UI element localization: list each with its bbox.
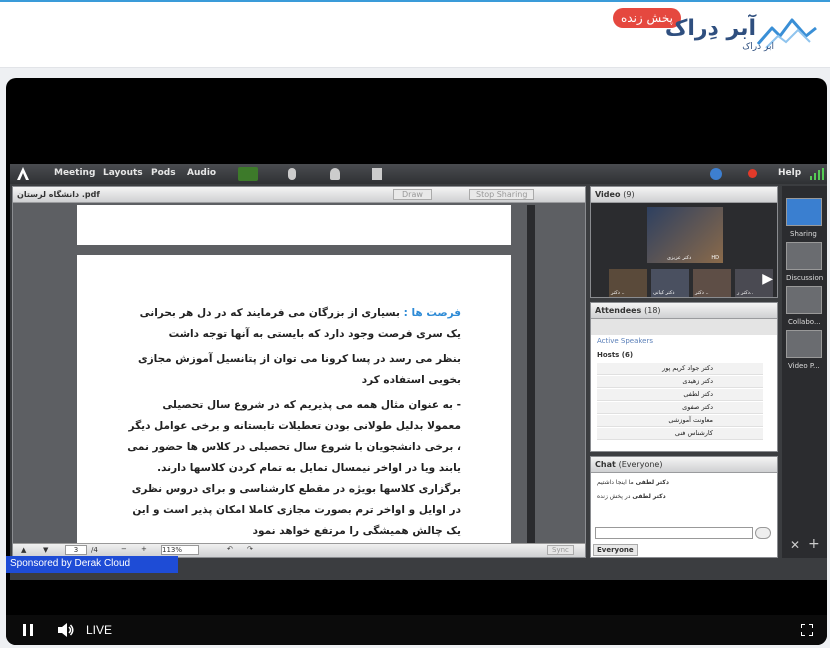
signal-strength-icon: [810, 168, 824, 180]
connect-menubar: Meeting Layouts Pods Audio Help: [10, 164, 827, 184]
next-thumbs-icon[interactable]: ▶: [762, 271, 773, 287]
video-thumb[interactable]: دکتر ..: [609, 269, 647, 297]
layout-sharing-label: Sharing: [790, 230, 817, 238]
menu-help[interactable]: Help: [778, 168, 801, 178]
chat-tab-everyone[interactable]: Everyone: [593, 544, 638, 556]
share-pod: دانشگاه لرستان .pdf Draw Stop Sharing فر…: [12, 186, 586, 558]
raise-hand-icon[interactable]: [372, 168, 382, 180]
pause-icon[interactable]: [22, 624, 34, 636]
zoom-in-icon[interactable]: +: [141, 545, 147, 553]
chat-scope: (Everyone): [618, 460, 663, 469]
attendees-pod-title: Attendees: [595, 306, 642, 315]
layout-discussion-label: Discussion: [786, 274, 824, 282]
video-thumb[interactable]: دکتر کیانی: [651, 269, 689, 297]
video-player[interactable]: Meeting Layouts Pods Audio Help دانشگاه …: [6, 78, 827, 645]
adobe-connect-screen: Meeting Layouts Pods Audio Help دانشگاه …: [10, 164, 827, 580]
sponsor-text: Sponsored by Derak Cloud: [10, 558, 131, 569]
pdf-page-previous: [77, 205, 511, 245]
layout-collaboration-label: Collabo...: [788, 318, 821, 326]
chat-pod-header: Chat (Everyone): [591, 457, 777, 473]
layout-video-button[interactable]: [786, 330, 822, 358]
rotate-right-icon[interactable]: ↷: [247, 545, 253, 553]
add-layout-icon[interactable]: +: [808, 536, 820, 552]
video-pod: Video (9) دکتر عزیزی HD دکتر .. دکتر کیا…: [590, 186, 778, 298]
layouts-panel: Sharing Discussion Collabo... Video P...…: [782, 186, 827, 558]
hd-badge: HD: [711, 255, 719, 261]
attendees-pod: Attendees (18) Active Speakers Hosts (6)…: [590, 302, 778, 452]
chat-message: دکتر لطفی ما اینجا داشتیم: [597, 479, 669, 486]
attendee-row[interactable]: دکتر صفوی: [597, 402, 763, 414]
layout-sharing-button[interactable]: [786, 198, 822, 226]
attendee-row[interactable]: دکتر لطفی: [597, 389, 763, 401]
main-video-feed[interactable]: دکتر عزیزی HD: [647, 207, 723, 263]
chat-pod-title: Chat: [595, 460, 616, 469]
video-pod-header: Video (9): [591, 187, 777, 203]
stop-sharing-button[interactable]: Stop Sharing: [469, 189, 535, 200]
attendee-row[interactable]: کارشناس فنی: [597, 428, 763, 440]
share-pod-toolbar: ▲ ▼ 3 /4 − + 113% ↶ ↷ Sync: [13, 543, 585, 557]
adobe-logo-icon: [17, 167, 29, 180]
doc-paragraph-2: بنظر می رسد در پسا کرونا می توان از پتان…: [137, 353, 461, 386]
volume-icon[interactable]: [58, 623, 74, 637]
fullscreen-icon[interactable]: [801, 624, 813, 636]
doc-paragraph-3: - به عنوان مثال همه می پذیریم که در شروع…: [127, 399, 461, 537]
chat-input[interactable]: [595, 527, 753, 539]
layout-collaboration-button[interactable]: [786, 286, 822, 314]
menu-meeting[interactable]: Meeting: [54, 168, 95, 178]
chat-message: دکتر لطفی در پخش زنده: [597, 493, 666, 500]
video-pod-count: (9): [623, 190, 635, 199]
attendees-pod-header: Attendees (18): [591, 303, 777, 319]
doc-paragraph-1: فرصت ها : بسیاری از بزرگان می فرمایند که…: [139, 307, 461, 340]
logo-title: آبر دِراک: [664, 16, 756, 41]
zoom-out-icon[interactable]: −: [121, 545, 127, 553]
menu-pods[interactable]: Pods: [151, 168, 176, 178]
layout-video-label: Video P...: [788, 362, 820, 370]
attendee-row[interactable]: معاونت آموزشی: [597, 415, 763, 427]
site-header: پخش زنده آبر دِراک ابر دراک: [0, 0, 830, 68]
info-icon[interactable]: [710, 168, 722, 180]
chat-pod: Chat (Everyone) دکتر لطفی ما اینجا داشتی…: [590, 456, 778, 558]
active-speakers-label: Active Speakers: [597, 337, 653, 345]
attendee-row[interactable]: دکتر زهیدی: [597, 376, 763, 388]
zoom-select[interactable]: 113%: [161, 545, 199, 555]
microphone-icon[interactable]: [288, 168, 296, 180]
page-up-icon[interactable]: ▲: [21, 546, 26, 554]
player-controls: LIVE: [6, 615, 827, 645]
main-video-name: دکتر عزیزی: [667, 255, 692, 261]
share-pod-header: دانشگاه لرستان .pdf Draw Stop Sharing: [13, 187, 585, 203]
sponsor-banner: Sponsored by Derak Cloud: [6, 556, 178, 573]
attendee-row[interactable]: دکتر جواد کریم پور: [597, 363, 763, 375]
send-message-icon[interactable]: [755, 527, 771, 539]
attendees-count: (18): [644, 306, 661, 315]
layout-settings-icon[interactable]: ✕: [790, 538, 800, 552]
speaker-icon[interactable]: [238, 167, 258, 181]
attendees-toolbar: [591, 319, 777, 335]
layout-discussion-button[interactable]: [786, 242, 822, 270]
video-pod-title: Video: [595, 190, 621, 199]
pdf-page-current: فرصت ها : بسیاری از بزرگان می فرمایند که…: [77, 255, 511, 547]
pdf-filename: دانشگاه لرستان .pdf: [17, 190, 100, 199]
video-thumb[interactable]: دکتر ..: [693, 269, 731, 297]
derak-logo[interactable]: آبر دِراک ابر دراک: [658, 12, 818, 56]
page-number-input[interactable]: 3: [65, 545, 87, 555]
draw-button[interactable]: Draw: [393, 189, 432, 200]
live-indicator: LIVE: [86, 623, 113, 637]
webcam-icon[interactable]: [330, 168, 340, 180]
menu-layouts[interactable]: Layouts: [103, 168, 143, 178]
menu-audio[interactable]: Audio: [187, 168, 216, 178]
doc-scrollbar[interactable]: [527, 205, 535, 545]
rotate-left-icon[interactable]: ↶: [227, 545, 233, 553]
sync-button[interactable]: Sync: [547, 545, 574, 555]
page-total: /4: [91, 546, 98, 554]
logo-subtitle: ابر دراک: [742, 42, 774, 52]
hosts-group-label[interactable]: Hosts (6): [597, 351, 633, 359]
video-thumbnails: دکتر .. دکتر کیانی دکتر .. دکتر ر..: [609, 269, 773, 297]
page-down-icon[interactable]: ▼: [43, 546, 48, 554]
record-icon[interactable]: [748, 169, 757, 178]
